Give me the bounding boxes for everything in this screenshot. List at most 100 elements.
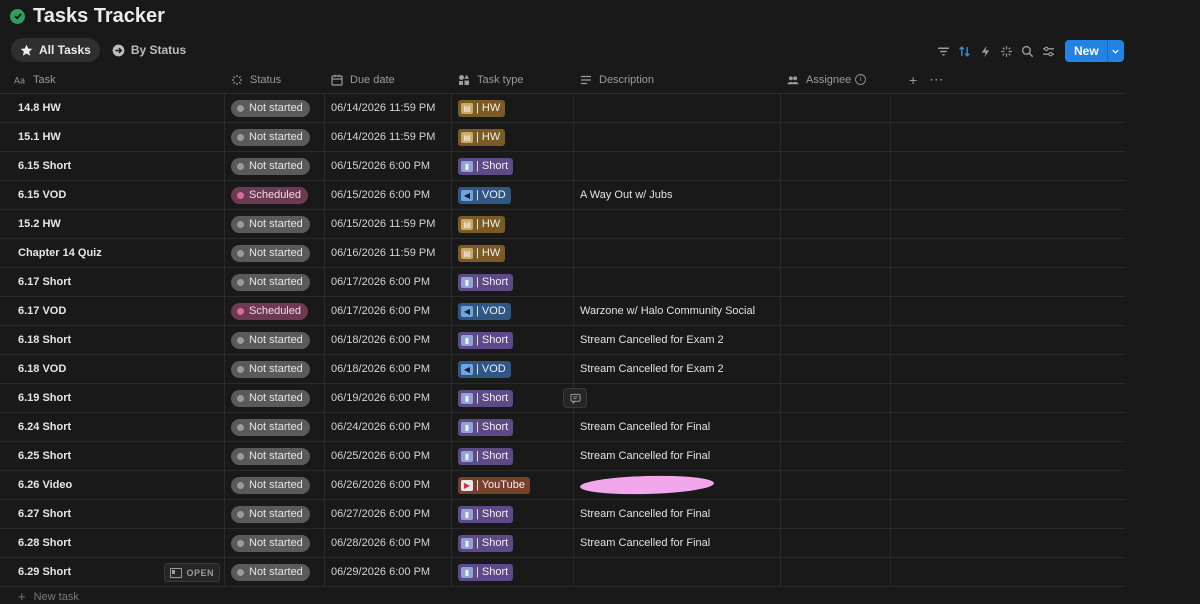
- description-cell[interactable]: [574, 94, 781, 122]
- sort-icon[interactable]: [954, 41, 975, 62]
- description-cell[interactable]: [574, 239, 781, 267]
- task-type-cell[interactable]: ▮ | Short: [452, 152, 574, 180]
- task-cell[interactable]: 6.15 Short: [0, 152, 225, 180]
- description-cell[interactable]: Stream Cancelled for Final: [574, 529, 781, 557]
- table-row[interactable]: 6.25 Short Not started 06/25/2026 6:00 PM ▮…: [0, 442, 1125, 471]
- tab-all-tasks[interactable]: All Tasks: [11, 38, 100, 62]
- assignee-cell[interactable]: [781, 558, 891, 586]
- description-cell[interactable]: Stream Cancelled for Final: [574, 500, 781, 528]
- assignee-cell[interactable]: [781, 413, 891, 441]
- task-type-cell[interactable]: ▮ | Short: [452, 268, 574, 296]
- column-header-status[interactable]: Status: [225, 66, 325, 93]
- table-row[interactable]: Chapter 14 Quiz Not started 06/16/2026 11:…: [0, 239, 1125, 268]
- description-cell[interactable]: [574, 558, 781, 586]
- due-date-cell[interactable]: 06/29/2026 6:00 PM: [325, 558, 452, 586]
- due-date-cell[interactable]: 06/28/2026 6:00 PM: [325, 529, 452, 557]
- due-date-cell[interactable]: 06/26/2026 6:00 PM: [325, 471, 452, 499]
- task-type-cell[interactable]: ◀ | VOD: [452, 355, 574, 383]
- status-cell[interactable]: Not started: [225, 239, 325, 267]
- status-cell[interactable]: Not started: [225, 413, 325, 441]
- info-icon[interactable]: i: [855, 74, 867, 85]
- task-type-cell[interactable]: ▮ | Short: [452, 529, 574, 557]
- task-cell[interactable]: 14.8 HW: [0, 94, 225, 122]
- new-button-label[interactable]: New: [1065, 40, 1107, 62]
- assignee-cell[interactable]: [781, 500, 891, 528]
- status-cell[interactable]: Not started: [225, 529, 325, 557]
- due-date-cell[interactable]: 06/17/2026 6:00 PM: [325, 268, 452, 296]
- task-cell[interactable]: 6.26 Video: [0, 471, 225, 499]
- table-row[interactable]: 6.18 Short Not started 06/18/2026 6:00 PM ▮…: [0, 326, 1125, 355]
- status-cell[interactable]: Not started: [225, 355, 325, 383]
- status-cell[interactable]: Not started: [225, 123, 325, 151]
- assignee-cell[interactable]: [781, 210, 891, 238]
- task-cell[interactable]: 6.17 VOD: [0, 297, 225, 325]
- task-cell[interactable]: 6.29 Short OPEN: [0, 558, 225, 586]
- table-row[interactable]: 14.8 HW Not started 06/14/2026 11:59 PM ▤ | …: [0, 94, 1125, 123]
- task-cell[interactable]: 6.18 VOD: [0, 355, 225, 383]
- task-type-cell[interactable]: ▮ | Short: [452, 413, 574, 441]
- assignee-cell[interactable]: [781, 384, 891, 412]
- task-type-cell[interactable]: ▶ | YouTube: [452, 471, 574, 499]
- due-date-cell[interactable]: 06/18/2026 6:00 PM: [325, 326, 452, 354]
- description-cell[interactable]: [574, 210, 781, 238]
- task-type-cell[interactable]: ▮ | Short: [452, 384, 587, 412]
- status-cell[interactable]: Not started: [225, 442, 325, 470]
- status-cell[interactable]: Not started: [225, 500, 325, 528]
- table-row[interactable]: 6.17 Short Not started 06/17/2026 6:00 PM ▮…: [0, 268, 1125, 297]
- status-cell[interactable]: Not started: [225, 94, 325, 122]
- task-type-cell[interactable]: ▮ | Short: [452, 326, 574, 354]
- description-cell[interactable]: [574, 384, 781, 412]
- status-cell[interactable]: Scheduled: [225, 297, 325, 325]
- description-cell[interactable]: Warzone w/ Halo Community Social: [574, 297, 781, 325]
- description-cell[interactable]: [574, 268, 781, 296]
- open-button[interactable]: OPEN: [164, 563, 220, 582]
- task-cell[interactable]: Chapter 14 Quiz: [0, 239, 225, 267]
- task-cell[interactable]: 6.28 Short: [0, 529, 225, 557]
- task-cell[interactable]: 15.1 HW: [0, 123, 225, 151]
- column-header-description[interactable]: Description: [574, 66, 781, 93]
- task-type-cell[interactable]: ▤ | HW: [452, 94, 574, 122]
- search-icon[interactable]: [1017, 41, 1038, 62]
- due-date-cell[interactable]: 06/27/2026 6:00 PM: [325, 500, 452, 528]
- table-row[interactable]: 6.15 Short Not started 06/15/2026 6:00 PM ▮…: [0, 152, 1125, 181]
- due-date-cell[interactable]: 06/24/2026 6:00 PM: [325, 413, 452, 441]
- assignee-cell[interactable]: [781, 297, 891, 325]
- table-row[interactable]: 6.15 VOD Scheduled 06/15/2026 6:00 PM ◀ | VO…: [0, 181, 1125, 210]
- due-date-cell[interactable]: 06/15/2026 11:59 PM: [325, 210, 452, 238]
- task-cell[interactable]: 6.19 Short: [0, 384, 225, 412]
- table-row[interactable]: 15.2 HW Not started 06/15/2026 11:59 PM ▤ | …: [0, 210, 1125, 239]
- description-cell[interactable]: [574, 123, 781, 151]
- task-type-cell[interactable]: ▤ | HW: [452, 210, 574, 238]
- task-type-cell[interactable]: ▤ | HW: [452, 123, 574, 151]
- table-row[interactable]: 6.19 Short Not started 06/19/2026 6:00 PM ▮…: [0, 384, 1125, 413]
- assignee-cell[interactable]: [781, 94, 891, 122]
- table-row[interactable]: 6.24 Short Not started 06/24/2026 6:00 PM ▮…: [0, 413, 1125, 442]
- due-date-cell[interactable]: 06/15/2026 6:00 PM: [325, 181, 452, 209]
- status-cell[interactable]: Not started: [225, 152, 325, 180]
- status-cell[interactable]: Scheduled: [225, 181, 325, 209]
- description-cell[interactable]: [574, 152, 781, 180]
- status-cell[interactable]: Not started: [225, 558, 325, 586]
- description-cell[interactable]: Stream Cancelled for Final: [574, 413, 781, 441]
- due-date-cell[interactable]: 06/15/2026 6:00 PM: [325, 152, 452, 180]
- description-cell[interactable]: [574, 471, 781, 499]
- status-cell[interactable]: Not started: [225, 210, 325, 238]
- assignee-cell[interactable]: [781, 268, 891, 296]
- more-options-icon[interactable]: ⋯: [929, 71, 943, 88]
- new-button[interactable]: New: [1065, 40, 1124, 62]
- column-header-due-date[interactable]: Due date: [325, 66, 452, 93]
- task-cell[interactable]: 6.27 Short: [0, 500, 225, 528]
- status-cell[interactable]: Not started: [225, 326, 325, 354]
- table-row[interactable]: 6.29 Short OPEN Not started 06/29/2026 6:00…: [0, 558, 1125, 587]
- status-cell[interactable]: Not started: [225, 268, 325, 296]
- task-type-cell[interactable]: ▮ | Short: [452, 442, 574, 470]
- column-header-task-type[interactable]: Task type: [452, 66, 574, 93]
- task-cell[interactable]: 6.18 Short: [0, 326, 225, 354]
- description-cell[interactable]: A Way Out w/ Jubs: [574, 181, 781, 209]
- task-type-cell[interactable]: ◀ | VOD: [452, 181, 574, 209]
- filter-icon[interactable]: [933, 41, 954, 62]
- settings-sliders-icon[interactable]: [1038, 41, 1059, 62]
- due-date-cell[interactable]: 06/18/2026 6:00 PM: [325, 355, 452, 383]
- assignee-cell[interactable]: [781, 181, 891, 209]
- task-type-cell[interactable]: ▮ | Short: [452, 558, 574, 586]
